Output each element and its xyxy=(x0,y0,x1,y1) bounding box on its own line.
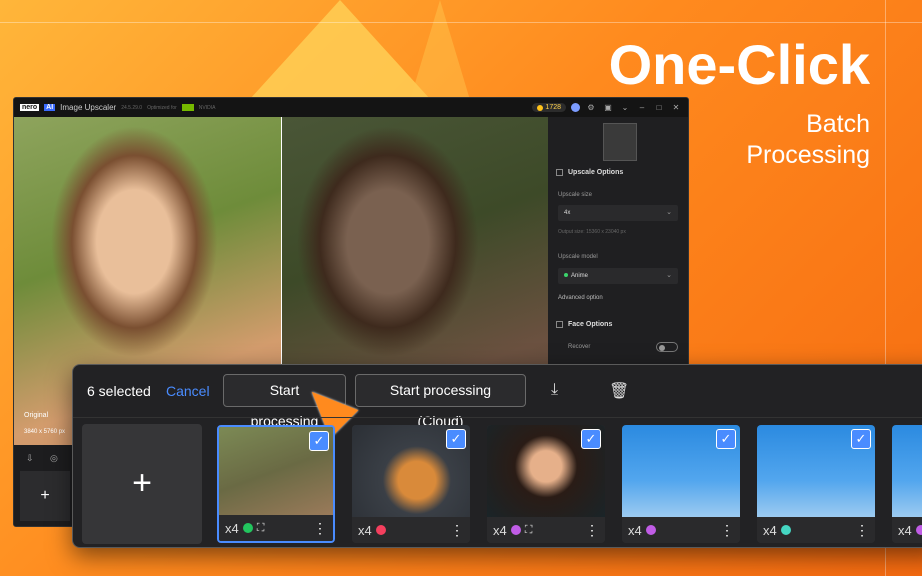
upscale-icon xyxy=(556,169,563,176)
decorative-line-horizontal xyxy=(0,22,922,23)
checkbox-checked-icon[interactable]: ✓ xyxy=(446,429,466,449)
minimize-icon[interactable]: – xyxy=(636,103,648,112)
tile-scale: x4 xyxy=(493,522,507,538)
image-tile[interactable]: ✓ x4 ⛶ ⋮ xyxy=(217,425,335,543)
checkbox-checked-icon[interactable]: ✓ xyxy=(309,431,329,451)
more-options-icon[interactable]: ⋮ xyxy=(720,522,734,539)
target-icon[interactable]: ◎ xyxy=(50,453,58,464)
tile-footer: x4 ⛶ ⋮ xyxy=(219,515,333,541)
chevron-down-icon: ⌄ xyxy=(666,272,672,279)
status-dot xyxy=(242,523,253,533)
chevron-down-icon: ⌄ xyxy=(666,209,672,216)
original-label: Original xyxy=(24,412,49,419)
upscale-model-label: Upscale model xyxy=(558,254,598,260)
cancel-button[interactable]: Cancel xyxy=(166,383,210,399)
app-bottom-strip: ⇩ ◎ + xyxy=(14,445,74,526)
divider xyxy=(73,417,922,418)
maximize-icon[interactable]: □ xyxy=(653,103,665,112)
settings-sliders-icon[interactable]: ⚙ xyxy=(585,103,597,112)
tile-footer: x4 ⋮ xyxy=(622,517,740,543)
status-dot xyxy=(915,525,922,535)
download-icon[interactable]: ⇩ xyxy=(26,453,34,464)
tile-scale: x4 xyxy=(225,520,239,536)
powered-label: Optimized for xyxy=(147,104,177,111)
model-status-dot xyxy=(564,273,568,277)
add-image-button[interactable]: + xyxy=(20,471,70,521)
tile-footer: x4 ⛶ ⋮ xyxy=(487,517,605,543)
ai-logo: AI xyxy=(44,104,56,111)
tile-scale: x4 xyxy=(358,522,372,538)
more-options-icon[interactable]: ⋮ xyxy=(855,522,869,539)
recover-toggle[interactable] xyxy=(656,342,678,352)
nvidia-logo-icon xyxy=(181,104,194,111)
nero-logo: nero xyxy=(20,104,40,111)
promo-subtitle-line2: Processing xyxy=(746,141,870,169)
image-dimensions: 3840 x 5760 px xyxy=(24,429,66,435)
status-dot xyxy=(510,525,521,535)
title-bar: nero AI Image Upscaler 24.5.29.0 Optimiz… xyxy=(14,98,688,117)
tile-scale: x4 xyxy=(628,522,642,538)
download-icon[interactable]: ⤓ xyxy=(551,381,558,399)
upscale-options-heading: Upscale Options xyxy=(568,169,624,176)
tile-thumbnail xyxy=(892,425,922,517)
preview-thumbnail xyxy=(603,123,637,161)
advanced-option-link[interactable]: Advanced option xyxy=(558,295,603,301)
app-version: 24.5.29.0 xyxy=(121,104,143,111)
upscale-model-select[interactable]: Anime ⌄ xyxy=(558,268,678,284)
face-scan-icon: ⛶ xyxy=(256,521,265,534)
face-scan-icon: ⛶ xyxy=(524,523,533,536)
promo-headline: One-Click xyxy=(608,33,870,96)
output-size-text: Output size: 15360 x 23040 px xyxy=(558,229,626,235)
image-tile[interactable]: ✓ x4 ⛶ ⋮ xyxy=(487,425,605,543)
tile-footer: x4 xyxy=(892,517,922,543)
upscale-size-select[interactable]: 4x ⌄ xyxy=(558,205,678,221)
promo-subtitle-line1: Batch xyxy=(806,110,870,138)
face-options-heading: Face Options xyxy=(568,321,613,328)
more-options-icon[interactable]: ⋮ xyxy=(585,522,599,539)
add-images-tile[interactable]: + xyxy=(82,424,202,544)
start-processing-cloud-button[interactable]: Start processing (Cloud) xyxy=(355,374,526,429)
tile-footer: x4 ⋮ xyxy=(757,517,875,543)
upscale-size-value: 4x xyxy=(564,210,571,216)
more-options-icon[interactable]: ⋮ xyxy=(313,520,327,537)
avatar[interactable] xyxy=(571,103,580,112)
checkbox-checked-icon[interactable]: ✓ xyxy=(581,429,601,449)
checkbox-checked-icon[interactable]: ✓ xyxy=(716,429,736,449)
tile-scale: x4 xyxy=(763,522,777,538)
credits-badge[interactable]: 1728 xyxy=(532,103,566,112)
status-dot xyxy=(375,525,386,535)
chevron-down-icon[interactable]: ⌄ xyxy=(619,103,631,112)
batch-bar: 6 selected Cancel Start processing Start… xyxy=(72,364,922,548)
trash-icon[interactable]: 🗑 xyxy=(609,381,629,401)
coin-icon xyxy=(537,104,544,111)
checkbox-checked-icon[interactable]: ✓ xyxy=(851,429,871,449)
tile-scale: x4 xyxy=(898,522,912,538)
tile-footer: x4 ⋮ xyxy=(352,517,470,543)
upscale-size-label: Upscale size xyxy=(558,192,593,198)
image-tile[interactable]: ✓ x4 ⋮ xyxy=(757,425,875,543)
recover-label: Recover xyxy=(568,344,591,350)
nvidia-label: NVIDIA xyxy=(198,104,216,111)
selected-count: 6 selected xyxy=(87,383,151,399)
status-dot xyxy=(645,525,656,535)
close-icon[interactable]: ✕ xyxy=(670,103,682,112)
app-title: Image Upscaler xyxy=(60,103,117,112)
image-tile[interactable]: ✓ x4 ⋮ xyxy=(352,425,470,543)
more-options-icon[interactable]: ⋮ xyxy=(450,522,464,539)
image-tile[interactable]: ✓ x4 ⋮ xyxy=(622,425,740,543)
status-dot xyxy=(780,525,791,535)
image-tile[interactable]: x4 xyxy=(892,425,922,543)
gift-icon[interactable]: ▣ xyxy=(602,103,614,112)
credits-count: 1728 xyxy=(545,104,561,111)
upscale-model-value: Anime xyxy=(571,273,589,279)
face-icon xyxy=(556,321,563,328)
